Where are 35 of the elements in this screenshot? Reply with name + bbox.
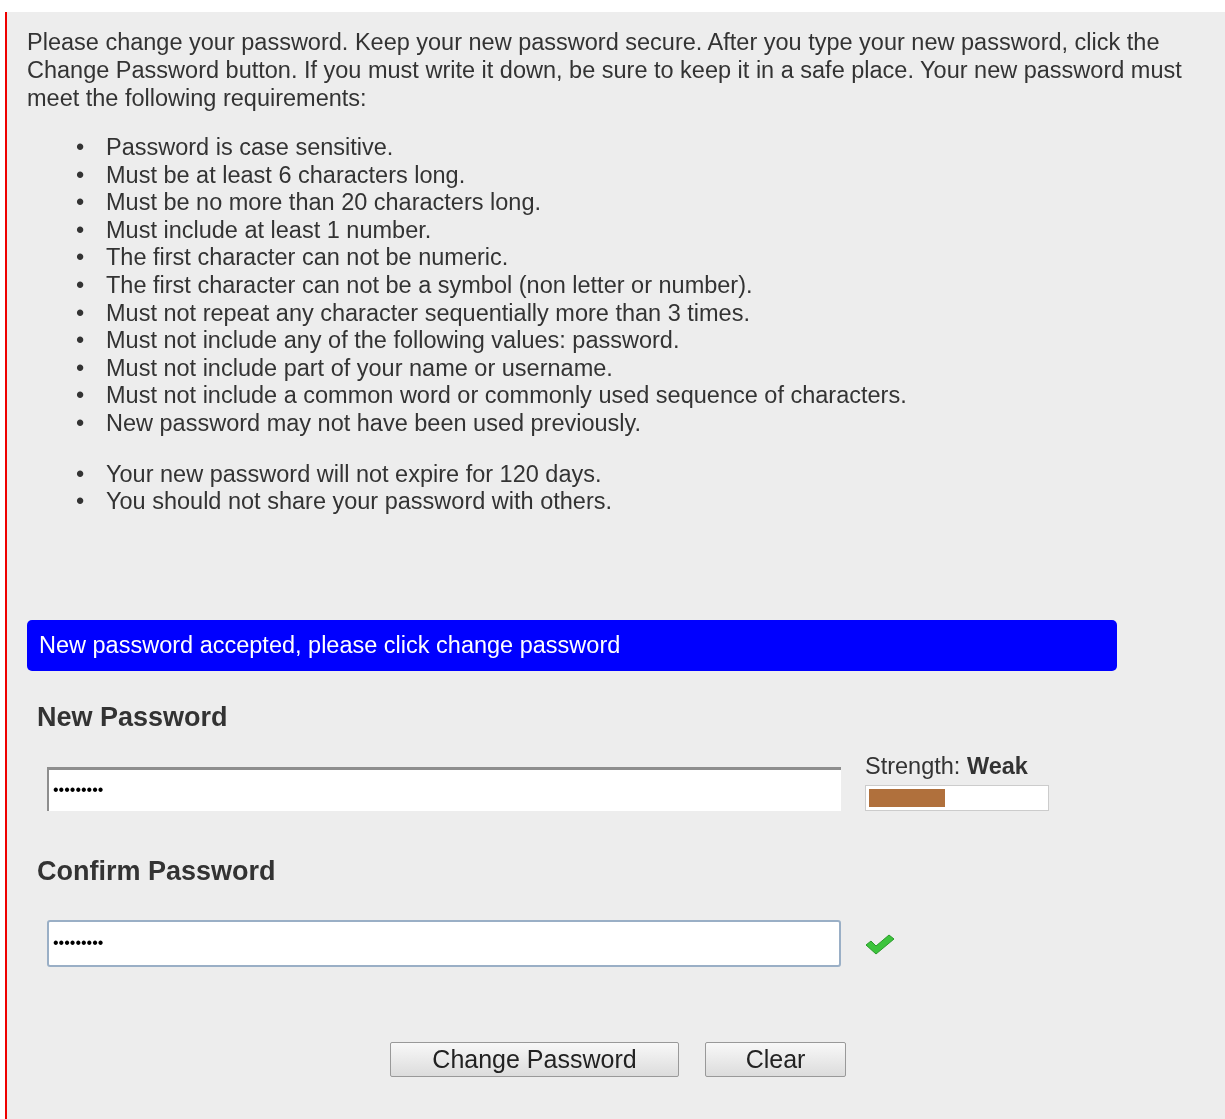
list-bullet: • [76,488,86,516]
list-bullet: • [76,189,86,217]
status-message: New password accepted, please click change password [27,619,1117,671]
field-label: New Password [37,700,229,733]
requirement-item: New password may not have been used previously. [106,409,642,438]
requirement-item: Must not repeat any character sequentially more than 3 times. [106,299,750,328]
list-bullet: • [76,271,86,300]
requirement-item: The first character can not be numeric. [106,244,509,272]
requirement-item: Must include at least 1 number. [106,216,432,245]
note-item: Your new password will not expire for 120 days. [106,460,602,489]
form-button[interactable]: Clear [705,1041,846,1077]
strength-label: Strength: Weak [865,751,1029,780]
list-bullet: • [76,161,86,190]
list-bullet: • [76,460,86,489]
password-field[interactable]: ••••••••• [47,766,841,811]
list-bullet: • [76,299,86,328]
requirement-item: Must be no more than 20 characters long. [106,189,541,217]
password-field[interactable]: ••••••••• [47,919,841,967]
list-bullet: • [76,382,86,410]
requirement-item: Must not include any of the following values: password. [106,327,680,355]
list-bullet: • [76,244,86,272]
note-item: You should not share your password with others. [106,488,612,516]
requirement-item: Password is case sensitive. [106,134,394,162]
requirement-item: Must be at least 6 characters long. [106,161,466,190]
list-bullet: • [76,134,86,162]
list-bullet: • [76,216,86,245]
list-bullet: • [76,327,86,355]
instructions-text: Please change your password. Keep your new password secure. After you type your new password, click the Change Password button. If you must write it down, be sure to keep it in a safe place. Your new password must meet the following requirements: [27,28,1183,112]
field-label: Confirm Password [37,854,277,887]
requirement-item: Must not include a common word or commonly used sequence of characters. [106,382,907,410]
list-bullet: • [76,354,86,383]
form-button[interactable]: Change Password [390,1041,679,1077]
requirement-item: The first character can not be a symbol (non letter or number). [106,271,753,300]
list-bullet: • [76,409,86,438]
requirement-item: Must not include part of your name or username. [106,354,613,383]
